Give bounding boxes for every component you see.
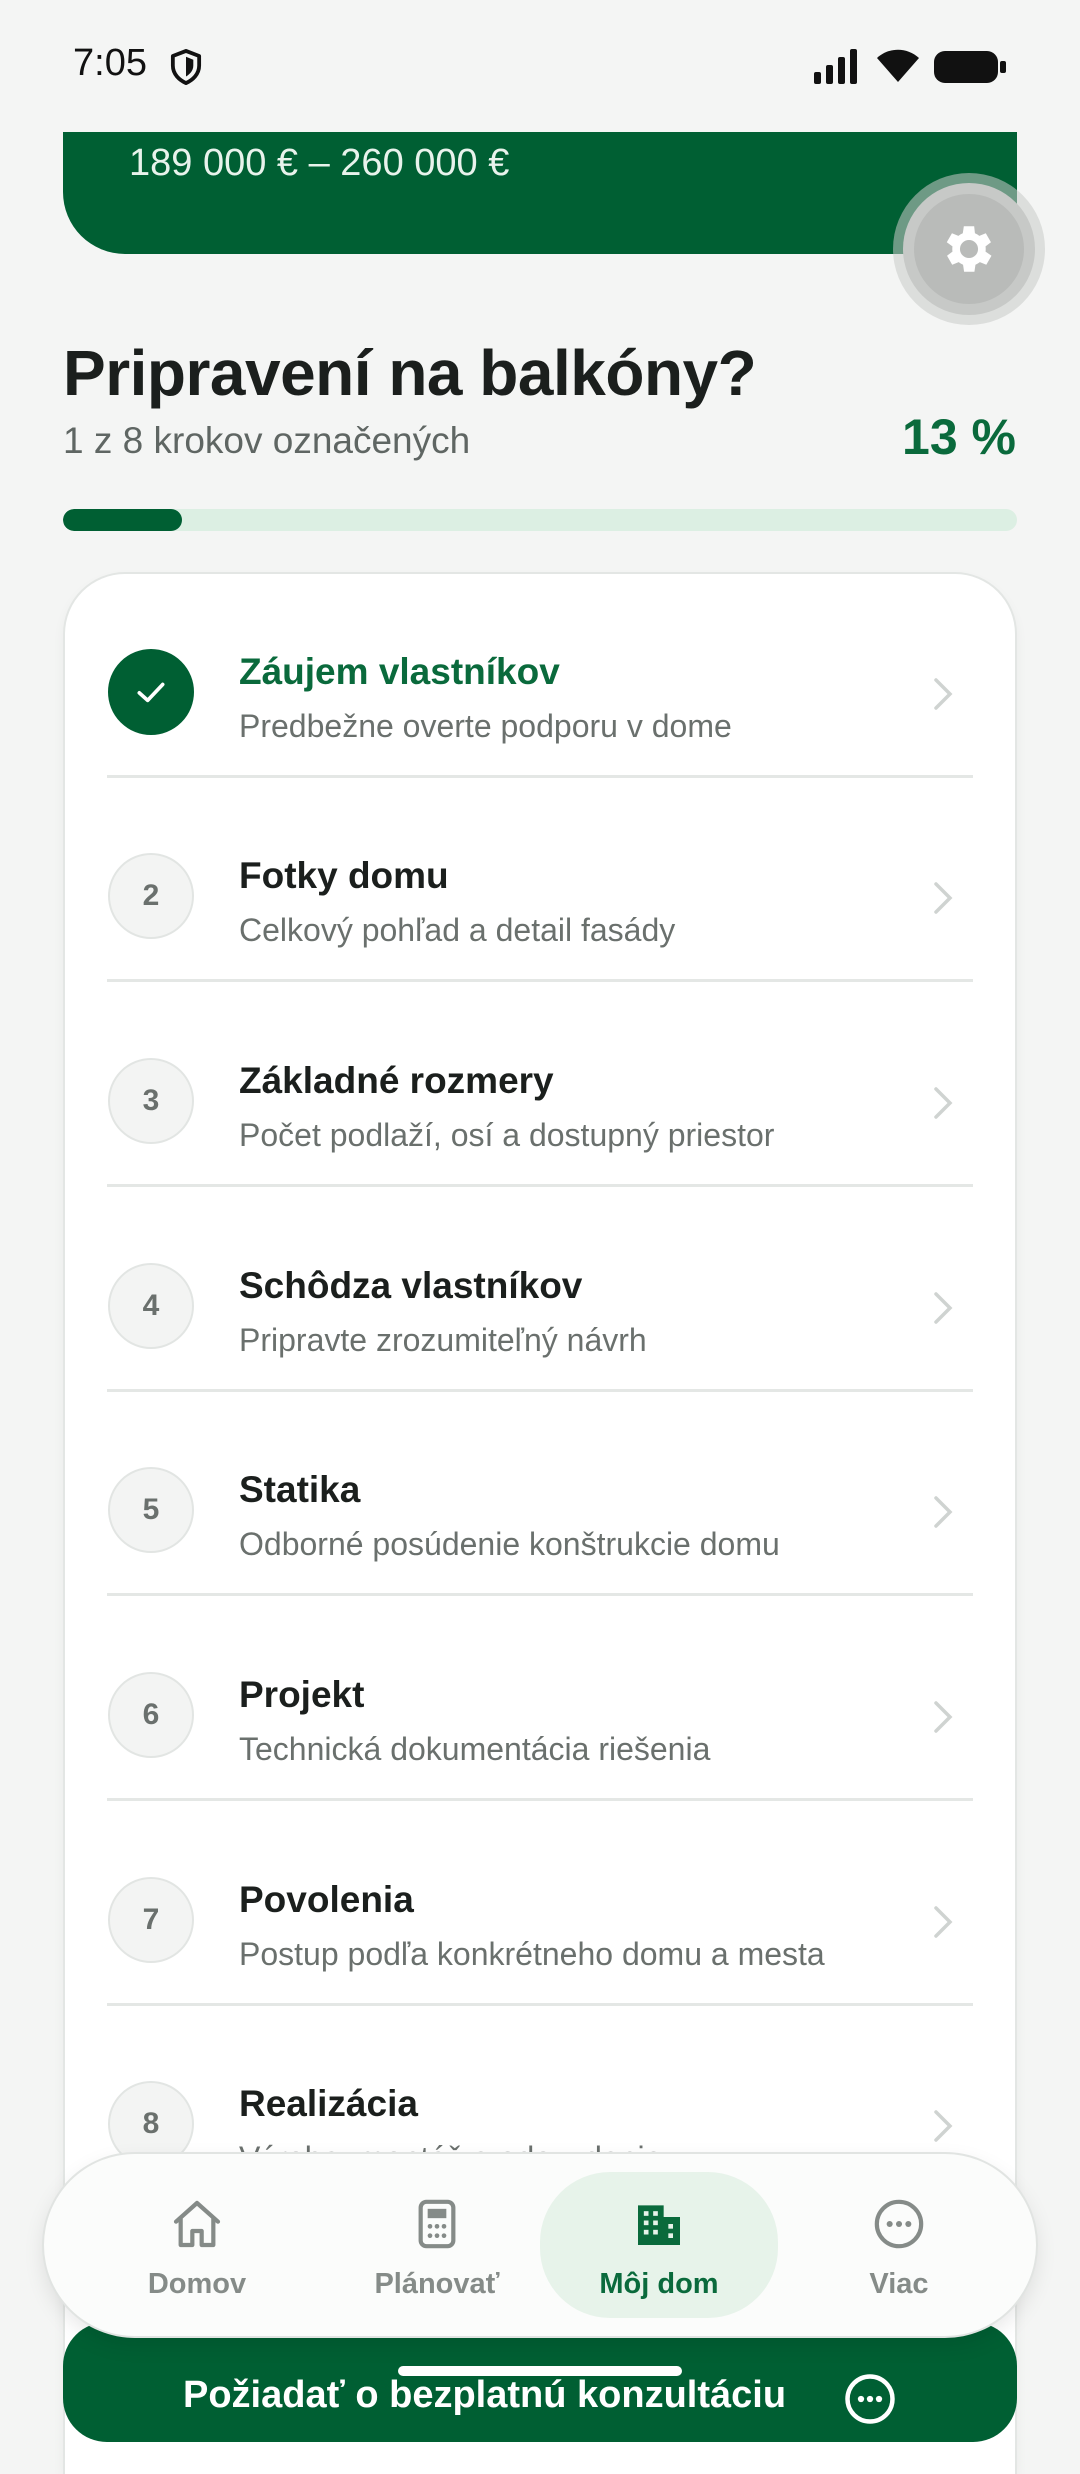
step-number: 7: [108, 1877, 194, 1963]
status-time: 7:05: [73, 42, 147, 84]
step-item-5[interactable]: 5 Statika Odborné posúdenie konštrukcie …: [65, 1392, 1015, 1596]
check-icon: [137, 682, 165, 703]
consultation-label: Požiadať o bezplatnú konzultáciu: [183, 2374, 787, 2416]
nav-label: Môj dom: [599, 2268, 719, 2300]
divider: [107, 979, 973, 982]
building-icon: [638, 2205, 680, 2245]
step-checkmark: [108, 649, 194, 735]
nav-label: Viac: [869, 2268, 929, 2300]
step-title: Fotky domu: [239, 855, 449, 896]
consultation-button[interactable]: Požiadať o bezplatnú konzultáciu: [63, 2322, 1017, 2442]
step-item-7[interactable]: 7 Povolenia Postup podľa konkrétneho dom…: [65, 1802, 1015, 2006]
step-title: Povolenia: [239, 1879, 414, 1920]
step-number: 4: [108, 1263, 194, 1349]
divider: [107, 1798, 973, 1801]
house-summary-banner: 189 000 € – 260 000 €: [63, 132, 1017, 254]
step-number: 5: [108, 1467, 194, 1553]
chevron-right-icon: [934, 2110, 953, 2142]
divider: [107, 1593, 973, 1596]
page-title: Pripravení na balkóny?: [63, 337, 757, 409]
steps-count: 1 z 8 krokov označených: [63, 420, 471, 461]
chat-icon: [845, 2374, 895, 2424]
step-description: Predbežne overte podporu v dome: [239, 708, 732, 744]
step-description: Celkový pohľad a detail fasády: [239, 912, 676, 948]
chevron-right-icon: [934, 1087, 953, 1119]
shield-icon: [170, 49, 202, 85]
chevron-right-icon: [934, 1292, 953, 1324]
step-description: Postup podľa konkrétneho domu a mesta: [239, 1936, 825, 1972]
price-range: 189 000 € – 260 000 €: [129, 142, 510, 184]
nav-item-moj-dom[interactable]: Môj dom: [540, 2172, 778, 2318]
nav-item-viac[interactable]: Viac: [780, 2172, 1018, 2318]
home-indicator[interactable]: [398, 2366, 682, 2376]
nav-item-domov[interactable]: Domov: [78, 2172, 316, 2318]
step-number: 2: [108, 853, 194, 939]
home-icon: [173, 2200, 221, 2248]
step-title: Základné rozmery: [239, 1060, 554, 1101]
nav-item-planovat[interactable]: Plánovať: [318, 2172, 556, 2318]
gear-icon: [946, 226, 992, 272]
step-number: 3: [108, 1058, 194, 1144]
step-item-6[interactable]: 6 Projekt Technická dokumentácia riešeni…: [65, 1597, 1015, 1801]
step-description: Počet podlaží, osí a dostupný priestor: [239, 1117, 775, 1153]
chevron-right-icon: [934, 1701, 953, 1733]
chevron-right-icon: [934, 882, 953, 914]
battery-icon: [934, 51, 1006, 83]
progress-percent: 13 %: [902, 409, 1016, 465]
wifi-icon: [877, 49, 919, 82]
step-title: Schôdza vlastníkov: [239, 1265, 583, 1306]
step-item-3[interactable]: 3 Základné rozmery Počet podlaží, osí a …: [65, 983, 1015, 1187]
step-item-2[interactable]: 2 Fotky domu Celkový pohľad a detail fas…: [65, 778, 1015, 982]
chevron-right-icon: [934, 1496, 953, 1528]
step-description: Odborné posúdenie konštrukcie domu: [239, 1526, 780, 1562]
step-title: Projekt: [239, 1674, 365, 1715]
step-description: Technická dokumentácia riešenia: [239, 1731, 711, 1767]
bottom-nav: Domov Plánovať Môj dom Viac: [44, 2154, 1036, 2336]
progress-bar: [63, 509, 1017, 531]
chevron-right-icon: [934, 678, 953, 710]
step-description: Pripravte zrozumiteľný návrh: [239, 1322, 647, 1358]
signal-icon: [814, 49, 857, 84]
settings-button[interactable]: [903, 183, 1035, 315]
step-title: Realizácia: [239, 2083, 418, 2124]
status-bar: 7:05: [0, 0, 1080, 130]
step-title: Záujem vlastníkov: [239, 651, 560, 692]
step-item-1[interactable]: Záujem vlastníkov Predbežne overte podpo…: [65, 574, 1015, 778]
divider: [107, 1184, 973, 1187]
step-number: 6: [108, 1672, 194, 1758]
nav-label: Plánovať: [374, 2268, 500, 2300]
nav-label: Domov: [147, 2268, 247, 2300]
more-icon: [874, 2199, 924, 2249]
chevron-right-icon: [934, 1906, 953, 1938]
progress-fill: [63, 509, 183, 531]
calculator-icon: [418, 2199, 456, 2249]
step-item-4[interactable]: 4 Schôdza vlastníkov Pripravte zrozumite…: [65, 1188, 1015, 1392]
step-title: Statika: [239, 1469, 361, 1510]
